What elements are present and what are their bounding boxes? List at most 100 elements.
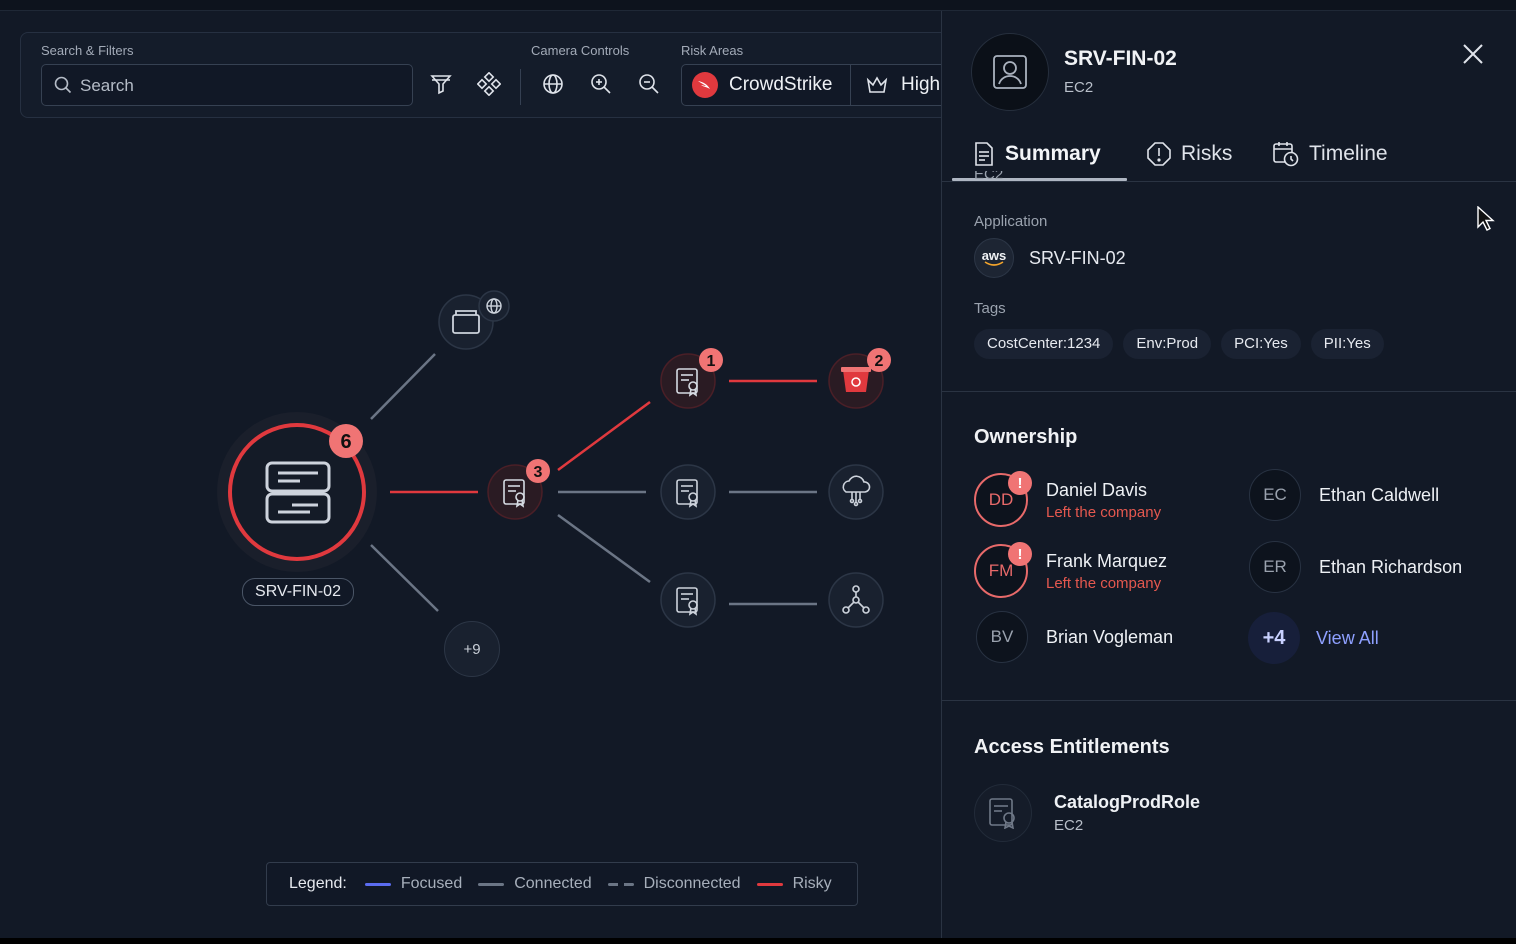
role-node-top[interactable]: 1: [660, 348, 723, 409]
bucket-icon: [841, 367, 871, 392]
alert-badge-icon: !: [1008, 471, 1032, 495]
owner-ethan-caldwell[interactable]: EC Ethan Caldwell: [1249, 469, 1439, 521]
legend-item-connected: Connected: [478, 875, 592, 893]
app-window: 6 3 1 2 SRV-FIN-02 +9 Search & Filters C…: [0, 0, 1516, 938]
role-node-bottom[interactable]: [660, 572, 716, 628]
close-button[interactable]: [1460, 41, 1486, 67]
edge-main-storage: [370, 353, 436, 420]
tag-chip[interactable]: PCI:Yes: [1221, 329, 1301, 359]
aws-logo-icon: aws: [974, 238, 1014, 278]
tab-risks[interactable]: Risks: [1147, 129, 1232, 179]
search-input[interactable]: [78, 65, 402, 107]
role-node-primary[interactable]: 3: [487, 459, 550, 520]
tag-chip[interactable]: CostCenter:1234: [974, 329, 1114, 359]
owner-daniel-davis[interactable]: DD ! Daniel Davis Left the company: [974, 471, 1161, 527]
globe-icon: [543, 74, 563, 94]
storage-node[interactable]: [438, 290, 510, 350]
search-box[interactable]: [41, 64, 413, 107]
risk-area-high[interactable]: High: [866, 65, 940, 105]
entitlement-avatar: [974, 784, 1032, 842]
section-divider: [942, 700, 1516, 701]
entitlement-name: CatalogProdRole: [1054, 792, 1201, 812]
legend-title: Legend:: [289, 875, 347, 892]
tags-list: CostCenter:1234 Env:Prod PCI:Yes PII:Yes: [974, 329, 1384, 359]
user-profile-icon: [993, 55, 1027, 89]
owner-name: Daniel Davis: [1046, 479, 1148, 500]
owner-name: Brian Vogleman: [1046, 626, 1174, 647]
main-server-node[interactable]: 6: [217, 412, 377, 572]
tag-chip[interactable]: Env:Prod: [1123, 329, 1212, 359]
risk-area-crowdstrike[interactable]: CrowdStrike: [692, 65, 832, 105]
main-node-label: SRV-FIN-02: [242, 578, 354, 606]
search-icon: [54, 76, 72, 94]
close-icon: [1463, 44, 1483, 64]
avatar: DD !: [974, 471, 1032, 527]
role-risk-count: 3: [534, 464, 543, 481]
avatar: EC: [1249, 469, 1301, 521]
details-panel: SRV-FIN-02 EC2 Summary Risks Timeline Ap…: [941, 11, 1516, 938]
application-label: Application: [974, 213, 1048, 230]
owner-ethan-richardson[interactable]: ER Ethan Richardson: [1249, 541, 1462, 593]
legend-item-risky: Risky: [756, 875, 832, 893]
tags-label: Tags: [974, 300, 1006, 317]
panel-tabs: Summary Risks Timeline: [942, 129, 1516, 182]
top-role-risk-count: 1: [707, 353, 716, 370]
filter-button[interactable]: [426, 69, 456, 99]
zoom-out-button[interactable]: [634, 69, 664, 99]
view-all-link[interactable]: View All: [1316, 628, 1379, 649]
graph-legend: Legend: Focused Connected Disconnected R…: [266, 862, 858, 906]
toolbar-divider: [520, 69, 521, 105]
more-nodes-button[interactable]: +9: [444, 621, 500, 677]
main-node-risk-count: 6: [340, 431, 351, 453]
diamond-nodes-icon: [477, 72, 501, 96]
tab-timeline[interactable]: Timeline: [1273, 129, 1388, 179]
tag-chip[interactable]: PII:Yes: [1310, 329, 1384, 359]
owner-frank-marquez[interactable]: FM ! Frank Marquez Left the company: [974, 542, 1167, 598]
access-entitlements-title: Access Entitlements: [974, 736, 1170, 758]
risk-area-label: High: [901, 74, 941, 95]
crown-icon: [866, 76, 888, 93]
camera-section-label: Camera Controls: [531, 43, 630, 58]
network-node[interactable]: [828, 572, 884, 628]
graph-toolbar: Search & Filters Camera Controls Risk Ar…: [20, 32, 941, 118]
entitlement-item[interactable]: CatalogProdRole EC2: [974, 784, 1200, 842]
avatar: ER: [1249, 541, 1301, 593]
layout-button[interactable]: [474, 69, 504, 99]
owner-brian-vogleman[interactable]: BV Brian Vogleman: [976, 611, 1173, 663]
graph-canvas[interactable]: 6 3 1 2 SRV-FIN-02 +9 Search & Filters C…: [0, 11, 941, 938]
graph-svg[interactable]: 6 3 1 2: [0, 11, 941, 938]
application-name: SRV-FIN-02: [1029, 247, 1126, 268]
edge-role-lowrole: [557, 513, 651, 584]
bucket-node[interactable]: 2: [828, 348, 891, 409]
mouse-cursor-icon: [1477, 206, 1495, 231]
risk-area-divider: [850, 65, 851, 105]
zoom-in-button[interactable]: [586, 69, 616, 99]
application-row[interactable]: aws SRV-FIN-02: [974, 238, 1126, 278]
search-section-label: Search & Filters: [41, 43, 134, 58]
reset-view-button[interactable]: [538, 69, 568, 99]
legend-item-disconnected: Disconnected: [607, 875, 741, 893]
avatar: BV: [976, 611, 1028, 663]
panel-title: SRV-FIN-02: [1064, 47, 1177, 70]
cloud-node[interactable]: [828, 464, 884, 520]
clipped-scroll-text: EC2: [974, 171, 1003, 179]
certificate-icon: [989, 798, 1015, 829]
alert-badge-icon: !: [1008, 542, 1032, 566]
risk-area-label: CrowdStrike: [729, 74, 833, 95]
alert-icon: [1147, 142, 1171, 166]
edge-role-toprole: [557, 400, 651, 472]
section-divider: [942, 391, 1516, 392]
filter-icon: [430, 75, 452, 95]
owner-name: Ethan Caldwell: [1319, 484, 1440, 505]
edge-main-more: [370, 544, 439, 612]
document-icon: [975, 142, 993, 166]
calendar-clock-icon: [1273, 142, 1299, 167]
legend-item-focused: Focused: [364, 875, 462, 893]
avatar: FM !: [974, 542, 1032, 598]
more-owners[interactable]: +4 View All: [1248, 612, 1379, 664]
risk-section-label: Risk Areas: [681, 43, 744, 58]
bucket-risk-count: 2: [875, 353, 884, 370]
role-node-middle[interactable]: [660, 464, 716, 520]
owner-status: Left the company: [1046, 574, 1162, 592]
panel-subtitle: EC2: [1064, 79, 1094, 96]
